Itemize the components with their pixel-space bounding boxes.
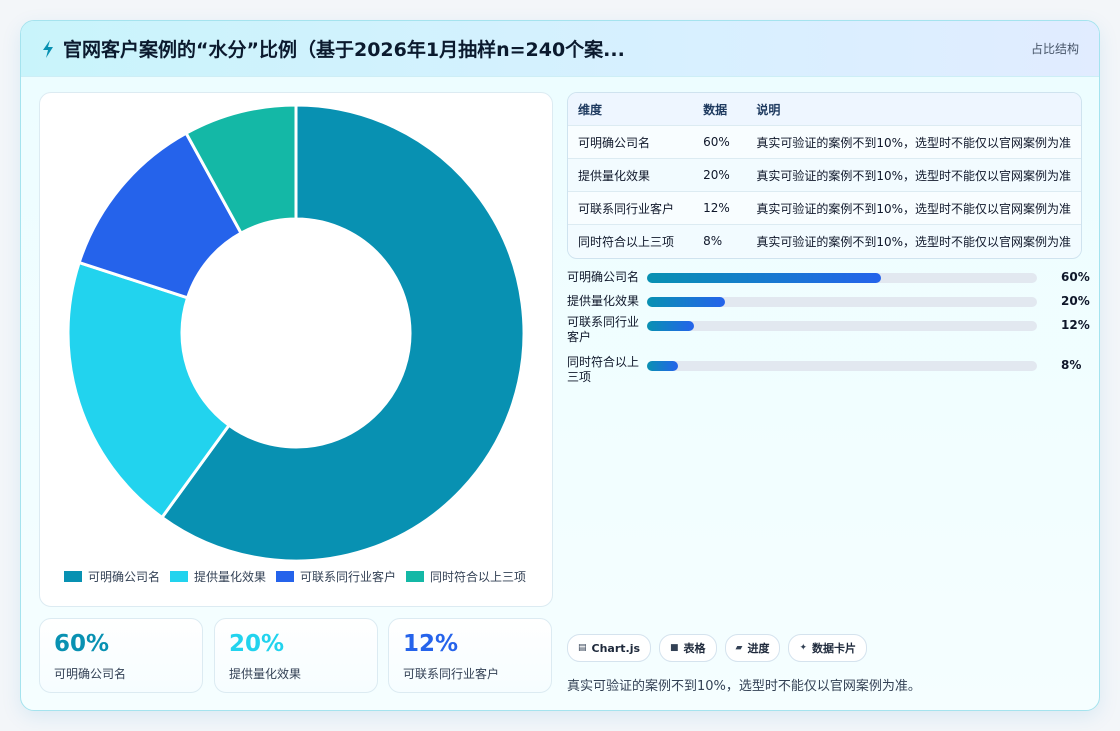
table-cell: 提供量化效果 — [568, 158, 694, 192]
stat-label: 提供量化效果 — [229, 667, 302, 681]
progress-label: 可明确公司名 — [567, 270, 640, 284]
table-cell: 同时符合以上三项 — [568, 224, 694, 257]
stat-value: 12% — [403, 631, 459, 657]
donut-panel: 可明确公司名 提供量化效果 可联系同行业客户 同时符合以上三项 — [39, 92, 553, 607]
table-cell: 可联系同行业客户 — [568, 191, 694, 225]
table-cell: 可明确公司名 — [568, 125, 694, 159]
progress-fill — [647, 273, 881, 283]
progress-value: 20% — [1061, 294, 1090, 308]
progress-icon: ▰ — [735, 643, 743, 653]
table-row: 可联系同行业客户 12% 真实可验证的案例不到10%，选型时不能仅以官网案例为准 — [568, 191, 1081, 225]
chart-legend: 可明确公司名 提供量化效果 可联系同行业客户 同时符合以上三项 — [64, 568, 526, 585]
chip-数据卡片[interactable]: ✦ 数据卡片 — [788, 634, 868, 662]
progress-fill — [647, 361, 679, 371]
legend-label: 同时符合以上三项 — [430, 570, 527, 584]
chip-进度[interactable]: ▰ 进度 — [724, 634, 781, 662]
table-cell: 8% — [693, 224, 747, 257]
table-cell: 真实可验证的案例不到10%，选型时不能仅以官网案例为准 — [746, 224, 1081, 257]
progress-value: 12% — [1061, 318, 1090, 332]
stat-card: 12% 可联系同行业客户 — [388, 618, 552, 693]
progress-fill — [647, 297, 725, 307]
progress-track — [647, 321, 1037, 331]
table-cell: 真实可验证的案例不到10%，选型时不能仅以官网案例为准 — [746, 191, 1081, 225]
table-cell: 真实可验证的案例不到10%，选型时不能仅以官网案例为准 — [746, 125, 1081, 159]
stat-card: 20% 提供量化效果 — [214, 618, 378, 693]
legend-label: 提供量化效果 — [194, 570, 267, 584]
table-icon: ■ — [670, 643, 679, 653]
progress-label: 同时符合以上三项 — [567, 355, 640, 384]
progress-track — [647, 361, 1037, 371]
chip-label: Chart.js — [591, 641, 641, 655]
stat-card: 60% 可明确公司名 — [39, 618, 203, 693]
stat-value: 20% — [229, 631, 285, 657]
chip-chart-js[interactable]: ▤ Chart.js — [567, 634, 652, 662]
legend-swatch — [170, 571, 189, 582]
page-title: 官网客户案例的“水分”比例（基于2026年1月抽样n=240个案... — [63, 39, 625, 61]
footnote: 真实可验证的案例不到10%，选型时不能仅以官网案例为准。 — [567, 679, 921, 694]
sparkle-icon: ✦ — [799, 643, 808, 653]
stat-label: 可联系同行业客户 — [403, 667, 500, 681]
legend-swatch — [406, 571, 425, 582]
legend-label: 可明确公司名 — [88, 570, 161, 584]
feature-chips: ▤ Chart.js ■ 表格 ▰ 进度 ✦ 数据卡片 — [567, 634, 868, 662]
legend-item: 可明确公司名 — [64, 568, 160, 585]
chart-icon: ▤ — [578, 643, 587, 653]
legend-swatch — [64, 571, 82, 582]
progress-track — [647, 273, 1037, 283]
data-table: 维度 数据 说明 可明确公司名 60% 真实可验证的案例不到10%，选型时不能仅以官网案… — [567, 92, 1082, 259]
table-header: 说明 — [746, 93, 1081, 126]
lightning-icon — [43, 40, 53, 58]
progress-value: 8% — [1061, 358, 1082, 372]
chart-card: 官网客户案例的“水分”比例（基于2026年1月抽样n=240个案... 占比结构… — [20, 20, 1100, 711]
chip-label: 表格 — [683, 642, 706, 655]
legend-item: 同时符合以上三项 — [406, 568, 526, 585]
table-header: 数据 — [693, 93, 747, 126]
table-cell: 真实可验证的案例不到10%，选型时不能仅以官网案例为准 — [746, 158, 1081, 192]
chip-表格[interactable]: ■ 表格 — [659, 634, 717, 662]
donut-chart — [66, 103, 526, 563]
chip-label: 数据卡片 — [812, 642, 857, 655]
progress-track — [647, 297, 1037, 307]
table-header: 维度 — [568, 93, 694, 126]
progress-fill — [647, 321, 694, 331]
card-header: 官网客户案例的“水分”比例（基于2026年1月抽样n=240个案... 占比结构 — [21, 21, 1099, 77]
table-row: 同时符合以上三项 8% 真实可验证的案例不到10%，选型时不能仅以官网案例为准 — [568, 224, 1081, 257]
progress-value: 60% — [1061, 270, 1090, 284]
table-row: 提供量化效果 20% 真实可验证的案例不到10%，选型时不能仅以官网案例为准 — [568, 158, 1081, 192]
legend-item: 可联系同行业客户 — [276, 568, 396, 585]
stat-label: 可明确公司名 — [54, 667, 127, 681]
table-cell: 60% — [693, 125, 747, 159]
progress-label: 提供量化效果 — [567, 294, 640, 308]
table-cell: 12% — [693, 191, 747, 225]
progress-label: 可联系同行业客户 — [567, 315, 640, 344]
table-row: 可明确公司名 60% 真实可验证的案例不到10%，选型时不能仅以官网案例为准 — [568, 125, 1081, 159]
legend-label: 可联系同行业客户 — [300, 570, 397, 584]
table-cell: 20% — [693, 158, 747, 192]
legend-swatch — [276, 571, 295, 582]
chart-type-tag: 占比结构 — [1030, 42, 1079, 56]
chip-label: 进度 — [747, 642, 770, 655]
legend-item: 提供量化效果 — [170, 568, 266, 585]
stat-value: 60% — [54, 631, 110, 657]
